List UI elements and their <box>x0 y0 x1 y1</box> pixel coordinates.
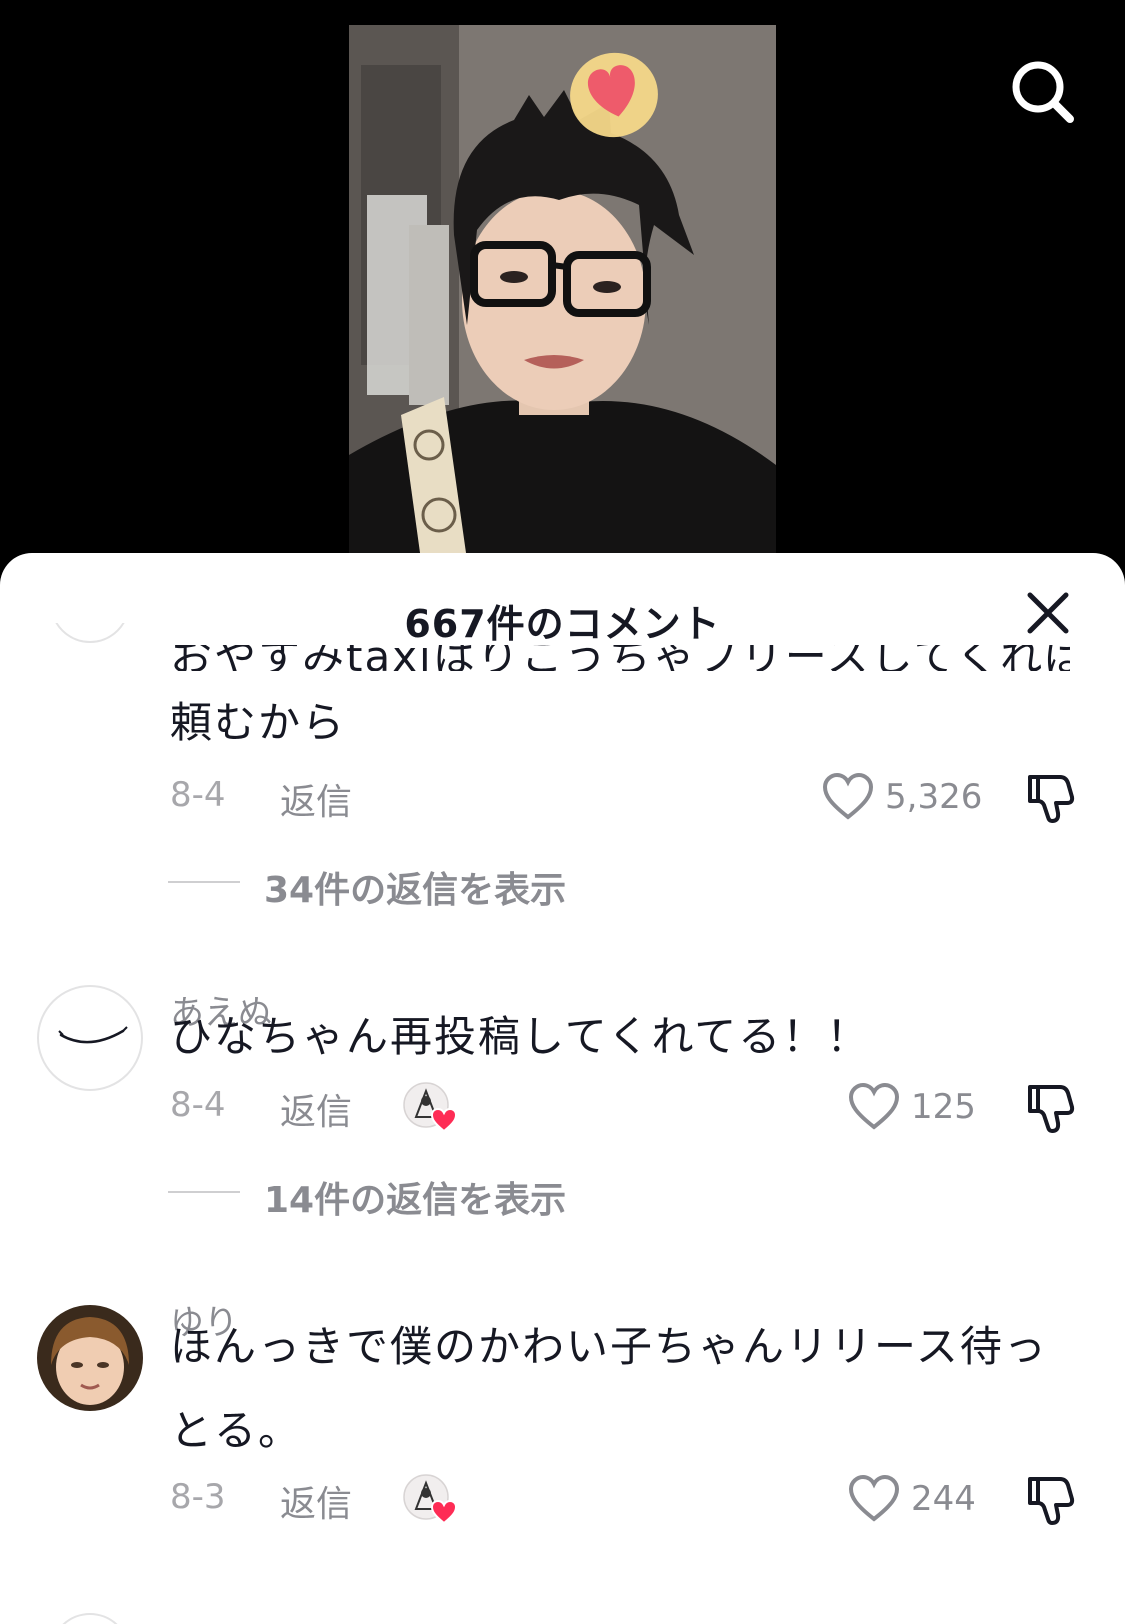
avatar-partial[interactable] <box>50 1613 130 1624</box>
creator-liked-badge <box>403 1082 458 1133</box>
video-thumbnail <box>349 25 776 560</box>
dislike-icon[interactable] <box>1024 1473 1078 1527</box>
divider-line <box>168 881 240 883</box>
comment-text: ほんっきで僕のかわい子ちゃんリリース待っ <box>170 1322 1048 1371</box>
dislike-icon[interactable] <box>1024 1081 1078 1135</box>
avatar[interactable] <box>37 1305 143 1411</box>
comments-sheet: 667件のコメント おやすみtaxiはりこうちゃフリースしてくれば 頼むから 8… <box>0 553 1125 1624</box>
comment-text-line-2: とる。 <box>170 1406 303 1455</box>
view-replies-label: 14件の返信を表示 <box>264 1180 567 1221</box>
heart-icon[interactable] <box>848 1475 900 1523</box>
dislike-icon[interactable] <box>1024 771 1078 825</box>
comment-date: 8-4 <box>170 1085 226 1125</box>
video-frame[interactable] <box>349 25 776 560</box>
search-button[interactable] <box>1008 57 1076 125</box>
comment-text: ひなちゃん再投稿してくれてる！！ <box>170 1012 871 1061</box>
comment-text-cut-line: おやすみtaxiはりこうちゃフリースしてくれば <box>170 645 1070 671</box>
like-count: 125 <box>911 1087 976 1127</box>
avatar[interactable] <box>37 985 143 1091</box>
creator-liked-badge <box>403 1474 458 1525</box>
reply-button[interactable]: 返信 <box>280 1475 352 1527</box>
video-area[interactable] <box>0 0 1125 560</box>
search-icon <box>1012 61 1074 123</box>
comment-text: 頼むから <box>170 698 347 747</box>
comment-date: 8-3 <box>170 1477 226 1517</box>
view-replies-label: 34件の返信を表示 <box>264 870 567 911</box>
avatar-partial[interactable] <box>50 623 130 647</box>
comment-date: 8-4 <box>170 775 226 815</box>
like-count: 5,326 <box>885 777 983 817</box>
smile-face-icon <box>58 1026 128 1044</box>
like-count: 244 <box>911 1479 976 1519</box>
close-button[interactable] <box>1024 589 1072 637</box>
comments-count-title: 667件のコメント <box>404 602 721 646</box>
heart-icon[interactable] <box>822 773 874 821</box>
reply-button[interactable]: 返信 <box>280 773 352 825</box>
heart-icon[interactable] <box>848 1083 900 1131</box>
close-icon <box>1027 592 1069 634</box>
avatar-photo <box>37 1305 143 1411</box>
reply-button[interactable]: 返信 <box>280 1083 352 1135</box>
divider-line <box>168 1191 240 1193</box>
